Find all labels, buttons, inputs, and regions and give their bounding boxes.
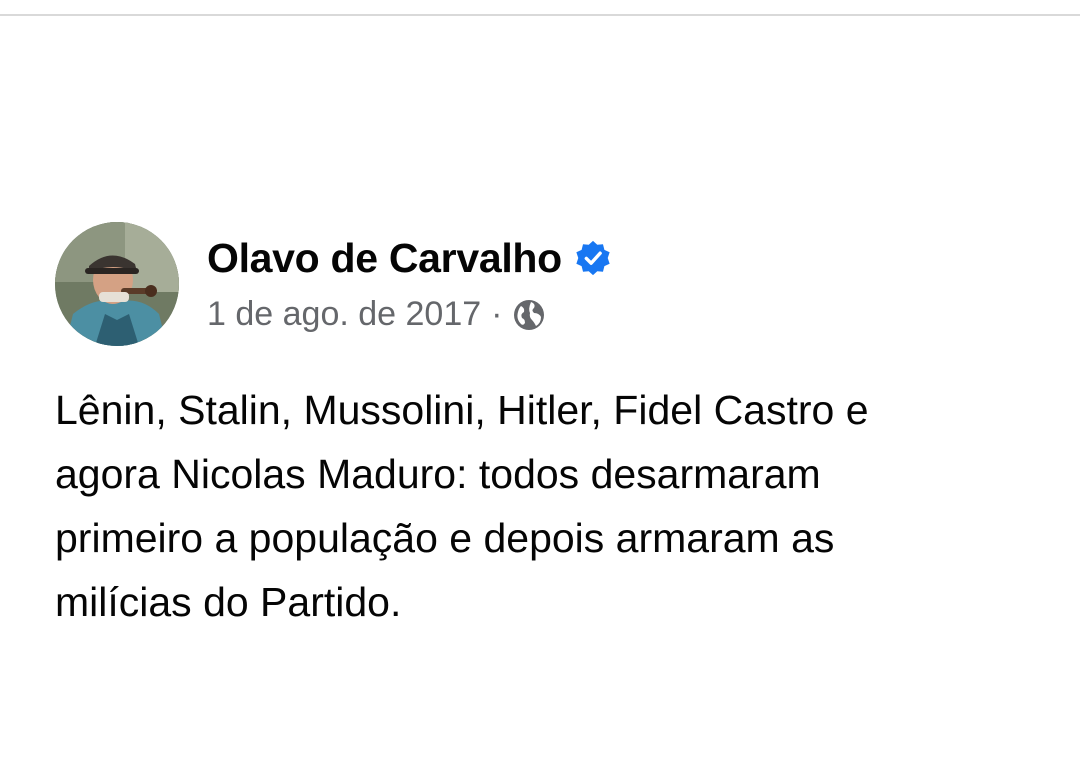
post-header: Olavo de Carvalho 1 de ago. de 2017 ·: [55, 222, 1045, 346]
post-text-line: primeiro a população e depois armaram as: [55, 515, 835, 561]
facebook-post: Olavo de Carvalho 1 de ago. de 2017 · Lê…: [55, 222, 1045, 634]
meta-separator: ·: [491, 295, 503, 333]
author-name[interactable]: Olavo de Carvalho: [207, 235, 562, 282]
post-text-line: agora Nicolas Maduro: todos desarmaram: [55, 451, 821, 497]
screenshot-page: Olavo de Carvalho 1 de ago. de 2017 · Lê…: [0, 0, 1080, 758]
post-date[interactable]: 1 de ago. de 2017: [207, 295, 481, 334]
author-avatar[interactable]: [55, 222, 179, 346]
post-meta: Olavo de Carvalho 1 de ago. de 2017 ·: [207, 222, 612, 334]
post-subline: 1 de ago. de 2017 ·: [207, 295, 612, 334]
globe-icon[interactable]: [512, 298, 546, 332]
post-text: Lênin, Stalin, Mussolini, Hitler, Fidel …: [55, 378, 1045, 634]
verified-badge-icon: [576, 240, 610, 276]
post-text-line: milícias do Partido.: [55, 579, 402, 625]
author-row: Olavo de Carvalho: [207, 233, 612, 283]
post-text-line: Lênin, Stalin, Mussolini, Hitler, Fidel …: [55, 387, 869, 433]
top-divider: [0, 14, 1080, 16]
avatar-photo: [55, 222, 179, 346]
